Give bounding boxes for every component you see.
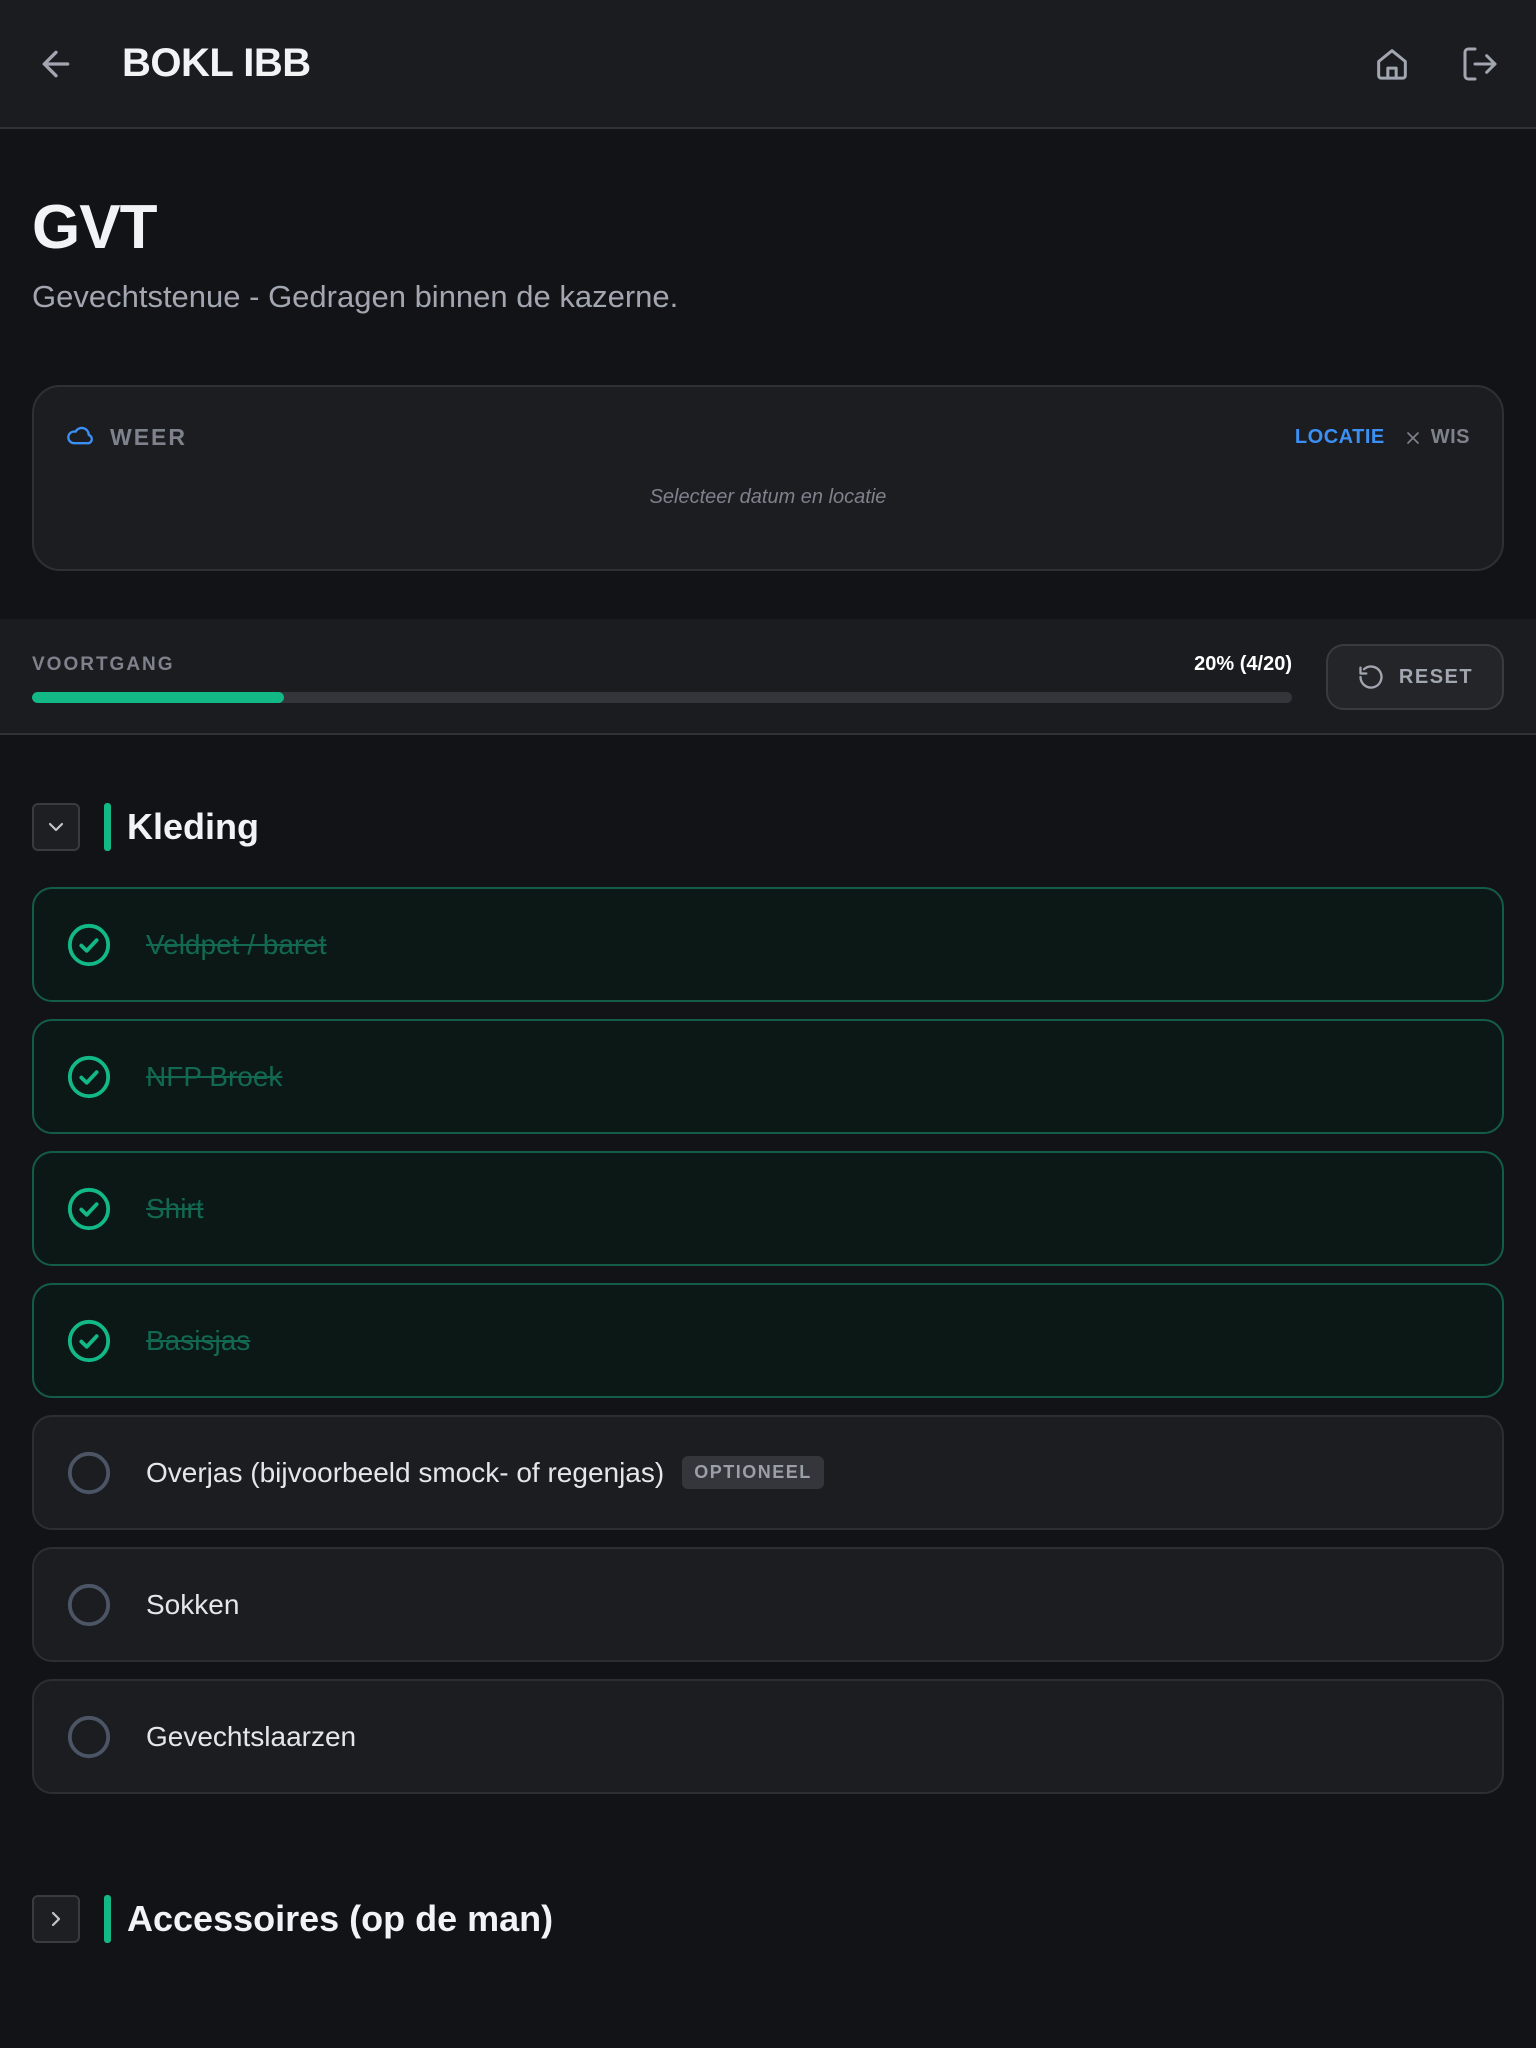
checklist-item-label: Overjas (bijvoorbeeld smock- of regenjas… bbox=[146, 1456, 665, 1488]
app-title: BOKL IBB bbox=[122, 41, 311, 85]
optional-badge: OPTIONEEL bbox=[682, 1456, 824, 1489]
checklist-item-label: NFP Broek bbox=[146, 1060, 283, 1092]
weather-card: WEER LOCATIE WIS Selecteer datum en loca… bbox=[32, 385, 1504, 571]
page-heading: GVT Gevechtstenue - Gedragen binnen de k… bbox=[0, 129, 1536, 315]
weather-label: WEER bbox=[110, 424, 187, 450]
checklist-item-label: Veldpet / baret bbox=[146, 928, 327, 960]
section-title: Kleding bbox=[127, 806, 259, 847]
progress-info: VOORTGANG 20% (4/20) bbox=[32, 653, 1292, 733]
section-header: Accessoires (op de man) bbox=[32, 1895, 1504, 1943]
page-subtitle: Gevechtstenue - Gedragen binnen de kazer… bbox=[32, 279, 679, 314]
checklist-item-label: Basisjas bbox=[146, 1324, 251, 1356]
checklist-item-label: Gevechtslaarzen bbox=[146, 1720, 357, 1752]
progress-track bbox=[32, 692, 1292, 703]
empty-circle-icon[interactable] bbox=[66, 1450, 112, 1496]
close-icon bbox=[1406, 431, 1419, 444]
section-accent bbox=[104, 803, 111, 851]
section-accent bbox=[104, 1895, 111, 1943]
progress-fill bbox=[32, 692, 284, 703]
section-accessoires: Accessoires (op de man) bbox=[32, 1895, 1504, 1943]
checklist-item-label: Sokken bbox=[146, 1588, 240, 1620]
section-kleding: Kleding Veldpet / baret NFP Broek Shirt Bas… bbox=[32, 803, 1504, 1811]
location-link[interactable]: LOCATIE bbox=[1295, 426, 1385, 449]
page-title: GVT bbox=[32, 193, 157, 262]
check-circle-icon[interactable] bbox=[66, 1054, 112, 1100]
progress-value: 20% (4/20) bbox=[1194, 653, 1292, 675]
empty-circle-icon[interactable] bbox=[66, 1714, 112, 1760]
checklist-item[interactable]: Basisjas bbox=[32, 1283, 1504, 1398]
cloud-icon bbox=[66, 421, 94, 454]
section-toggle[interactable] bbox=[32, 803, 80, 851]
chevron-down-icon bbox=[48, 822, 64, 832]
arrow-left-icon bbox=[42, 50, 70, 77]
chevron-right-icon bbox=[51, 1911, 61, 1927]
logout-button[interactable] bbox=[1456, 40, 1504, 88]
weather-hint: Selecteer datum en locatie bbox=[649, 486, 887, 508]
reset-icon bbox=[1359, 665, 1383, 689]
app-root: BOKL IBB GVT Gevechtstenue - Gedragen bi… bbox=[0, 0, 1536, 2048]
checklist: Veldpet / baret NFP Broek Shirt Basisjas Ove… bbox=[32, 887, 1504, 1794]
progress-meta: VOORTGANG 20% (4/20) bbox=[32, 653, 1292, 676]
reset-label: RESET bbox=[1398, 665, 1474, 688]
section-title: Accessoires (op de man) bbox=[127, 1898, 554, 1939]
logout-icon bbox=[1463, 47, 1497, 80]
home-icon bbox=[1377, 48, 1407, 80]
progress-panel: VOORTGANG 20% (4/20) RESET bbox=[0, 619, 1536, 735]
clear-label: WIS bbox=[1430, 426, 1470, 448]
progress-label: VOORTGANG bbox=[32, 653, 175, 675]
checklist-item[interactable]: Veldpet / baret bbox=[32, 887, 1504, 1002]
check-circle-icon[interactable] bbox=[66, 1318, 112, 1364]
check-circle-icon[interactable] bbox=[66, 922, 112, 968]
checklist-item[interactable]: Overjas (bijvoorbeeld smock- of regenjas… bbox=[32, 1415, 1504, 1530]
clear-weather-button[interactable]: WIS bbox=[1403, 426, 1470, 449]
checklist-item[interactable]: Gevechtslaarzen bbox=[32, 1679, 1504, 1794]
checklist-item-label: Shirt bbox=[146, 1192, 204, 1224]
section-toggle[interactable] bbox=[32, 1895, 80, 1943]
checklist-item[interactable]: NFP Broek bbox=[32, 1019, 1504, 1134]
check-circle-icon[interactable] bbox=[66, 1186, 112, 1232]
header-actions bbox=[1368, 40, 1504, 88]
home-button[interactable] bbox=[1368, 40, 1416, 88]
checklist-item[interactable]: Shirt bbox=[32, 1151, 1504, 1266]
checklist-item[interactable]: Sokken bbox=[32, 1547, 1504, 1662]
empty-circle-icon[interactable] bbox=[66, 1582, 112, 1628]
top-bar: BOKL IBB bbox=[0, 0, 1536, 129]
weather-header: WEER LOCATIE WIS bbox=[66, 421, 1470, 454]
back-button[interactable] bbox=[32, 40, 80, 88]
section-header: Kleding bbox=[32, 803, 1504, 851]
reset-button[interactable]: RESET bbox=[1326, 644, 1504, 710]
weather-actions: LOCATIE WIS bbox=[1295, 426, 1470, 449]
